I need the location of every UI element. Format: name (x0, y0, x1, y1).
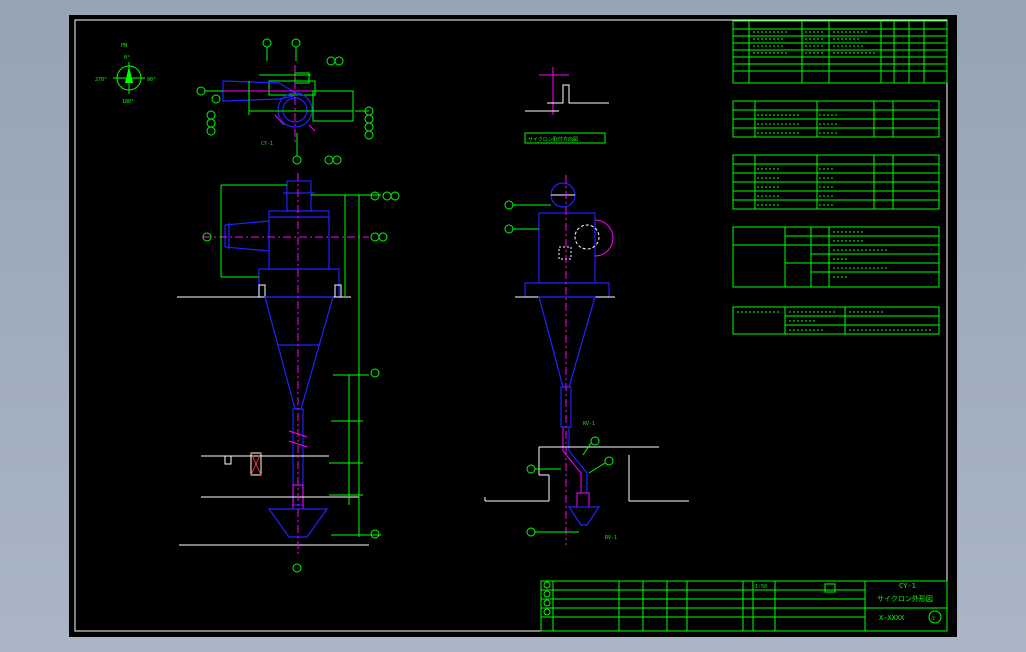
notes-table (732, 306, 940, 335)
elevation-view (177, 173, 400, 573)
equipment-code: CY-1 (899, 582, 916, 590)
compass-symbol (113, 62, 145, 94)
design-condition-table (732, 226, 940, 288)
mounting-detail (524, 67, 609, 144)
drawing-sheet: PN 0° 270° 90° 180° CY-1 サイクロン取付方向図 RV-1… (69, 15, 957, 637)
drawing-number: X-XXXX (879, 614, 905, 622)
valve-label-2: RV-1 (605, 535, 617, 541)
compass-east: 90° (147, 77, 156, 83)
elevation-callouts (202, 191, 400, 573)
plan-view-label: CY-1 (261, 141, 273, 147)
compass-north: 0° (124, 55, 130, 61)
accessory-table (732, 154, 940, 210)
title-block (540, 580, 948, 632)
instrument-table (732, 100, 940, 138)
plan-view (219, 65, 369, 145)
detail-view-label: サイクロン取付方向図 (528, 136, 578, 143)
drawing-title: サイクロン外形図 (877, 594, 933, 603)
nozzle-table (732, 20, 948, 84)
compass-west: 270° (95, 77, 107, 83)
side-view (484, 175, 689, 545)
valve-label-1: RV-1 (583, 421, 595, 427)
sheet-mark: ① (931, 616, 936, 622)
cad-drawing: PN 0° 270° 90° 180° CY-1 サイクロン取付方向図 RV-1… (74, 19, 948, 632)
compass-mark: PN (121, 43, 127, 49)
scale-text: 1:50 (755, 584, 767, 590)
compass-south: 180° (122, 99, 134, 105)
